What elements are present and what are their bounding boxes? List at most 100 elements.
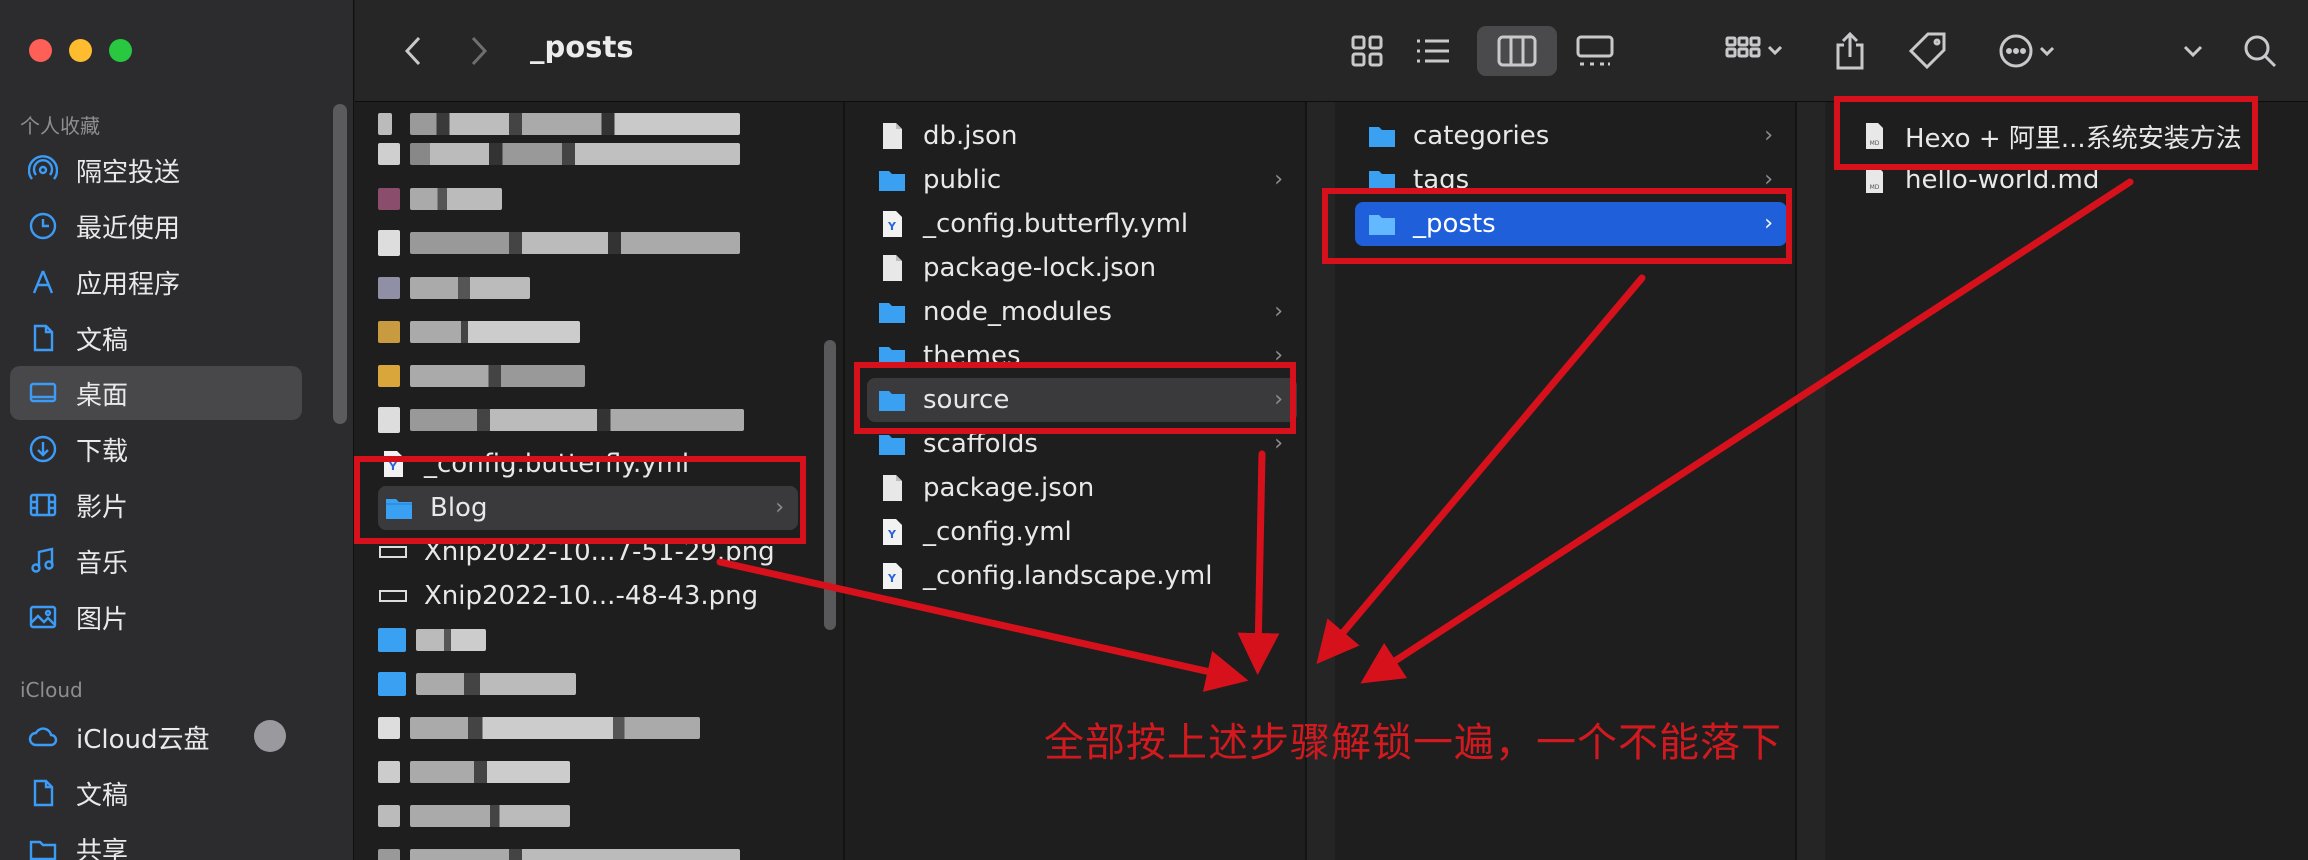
sidebar-item-label: iCloud云盘 [76, 724, 210, 755]
file-name: package.json [923, 473, 1095, 503]
shared-folder-icon [26, 832, 60, 860]
window-zoom-button[interactable] [109, 39, 132, 62]
action-button[interactable] [1989, 26, 2069, 76]
desktop-icon [26, 376, 60, 410]
file-name: _config.yml [923, 517, 1072, 547]
grid-icon [1351, 35, 1383, 67]
list-item-redacted[interactable] [378, 398, 798, 442]
file-name: Xnip2022-10...-48-43.png [424, 581, 759, 611]
more-toolbar-button[interactable] [2173, 26, 2213, 76]
icloud-section-header: iCloud [20, 678, 83, 702]
document-icon [26, 776, 60, 810]
list-item-redacted[interactable] [378, 838, 798, 860]
svg-text:Y: Y [887, 528, 897, 541]
sidebar-item-documents[interactable]: 文稿 [10, 311, 302, 365]
back-button[interactable] [393, 26, 433, 76]
view-columns-button[interactable] [1477, 26, 1557, 76]
share-button[interactable] [1825, 26, 1875, 76]
list-item-xnip-2[interactable]: Xnip2022-10...-48-43.png [378, 574, 798, 618]
list-item-config-landscape[interactable]: Y _config.landscape.yml [877, 554, 1297, 598]
redacted-icon [378, 230, 400, 256]
forward-button[interactable] [459, 26, 499, 76]
view-list-button[interactable] [1405, 26, 1461, 76]
list-item-redacted[interactable] [378, 662, 798, 706]
sidebar-item-shared[interactable]: 共享 [10, 822, 302, 860]
list-item-redacted[interactable] [378, 618, 798, 662]
sidebar-item-music[interactable]: 音乐 [10, 534, 302, 588]
group-button[interactable] [1715, 26, 1795, 76]
sidebar-item-recents[interactable]: 最近使用 [10, 199, 302, 253]
sidebar-scrollbar[interactable] [333, 104, 347, 424]
applications-icon [26, 265, 60, 299]
redacted-filename [410, 321, 580, 343]
chevron-right-icon: › [1274, 167, 1283, 192]
list-item-redacted[interactable] [378, 706, 798, 750]
view-gallery-button[interactable] [1565, 26, 1625, 76]
folder-name: node_modules [923, 297, 1112, 327]
redacted-icon [378, 321, 400, 343]
sidebar-item-label: 桌面 [76, 380, 129, 411]
sidebar-item-downloads[interactable]: 下载 [10, 422, 302, 476]
redacted-icon [378, 717, 400, 739]
chevron-right-icon: › [1274, 299, 1283, 324]
redacted-filename [410, 761, 570, 783]
search-button[interactable] [2235, 26, 2285, 76]
sidebar-item-movies[interactable]: 影片 [10, 478, 302, 532]
redacted-filename [410, 277, 530, 299]
desktop-column-scrollbar[interactable] [824, 340, 836, 630]
folder-name: public [923, 165, 1002, 195]
redacted-filename [410, 409, 744, 431]
window-close-button[interactable] [29, 39, 52, 62]
cloud-icon [26, 720, 60, 754]
favorites-section-header: 个人收藏 [20, 114, 100, 138]
folder-icon [877, 297, 907, 327]
list-item-redacted[interactable] [378, 310, 798, 354]
sidebar-item-pictures[interactable]: 图片 [10, 590, 302, 644]
list-item-categories[interactable]: categories › [1367, 114, 1787, 158]
columns-icon [1497, 35, 1537, 67]
list-item-config-yml[interactable]: Y _config.yml [877, 510, 1297, 554]
group-icon [1725, 36, 1783, 58]
list-item-redacted[interactable] [378, 750, 798, 794]
list-item-package-lock[interactable]: package-lock.json [877, 246, 1297, 290]
redacted-icon [378, 188, 400, 210]
sidebar-item-label: 共享 [76, 836, 129, 860]
list-item-redacted[interactable] [378, 177, 798, 221]
toolbar: _posts [355, 0, 2308, 102]
list-item-package-json[interactable]: package.json [877, 466, 1297, 510]
list-item-config-butterfly[interactable]: Y _config.butterfly.yml [877, 202, 1297, 246]
list-item-redacted[interactable] [378, 354, 798, 398]
sidebar-item-label: 应用程序 [76, 269, 181, 300]
sidebar-item-label: 隔空投送 [76, 157, 181, 188]
window-title: _posts [530, 30, 634, 64]
redacted-icon [378, 143, 400, 165]
yml-file-icon: Y [877, 209, 907, 239]
redacted-filename [410, 188, 502, 210]
sidebar-item-applications[interactable]: 应用程序 [10, 255, 302, 309]
file-icon [877, 121, 907, 151]
document-icon [26, 321, 60, 355]
list-item-redacted[interactable] [378, 266, 798, 310]
list-item-db-json[interactable]: db.json [877, 114, 1297, 158]
sidebar-item-label: 影片 [76, 492, 129, 523]
file-name: db.json [923, 121, 1018, 151]
list-item-redacted[interactable] [378, 221, 798, 265]
redacted-filename [410, 232, 740, 254]
redacted-folder-icon [378, 672, 406, 696]
list-item-node-modules[interactable]: node_modules › [877, 290, 1297, 334]
sidebar-item-icloud-documents[interactable]: 文稿 [10, 766, 302, 820]
redacted-icon [378, 849, 400, 860]
sidebar-item-label: 下载 [76, 436, 129, 467]
list-item-public[interactable]: public › [877, 158, 1297, 202]
redacted-filename [416, 629, 486, 651]
sidebar-item-desktop[interactable]: 桌面 [10, 366, 302, 420]
window-minimize-button[interactable] [69, 39, 92, 62]
view-icons-button[interactable] [1339, 26, 1395, 76]
sidebar-item-airdrop[interactable]: 隔空投送 [10, 143, 302, 197]
search-icon [2244, 35, 2277, 68]
list-item-redacted[interactable] [378, 132, 798, 176]
tags-button[interactable] [1903, 26, 1953, 76]
sidebar: 个人收藏 隔空投送 最近使用 应用程序 文稿 桌面 下载 影片 音乐 图片 iC… [0, 0, 354, 860]
svg-text:Y: Y [887, 572, 897, 585]
list-item-redacted[interactable] [378, 794, 798, 838]
